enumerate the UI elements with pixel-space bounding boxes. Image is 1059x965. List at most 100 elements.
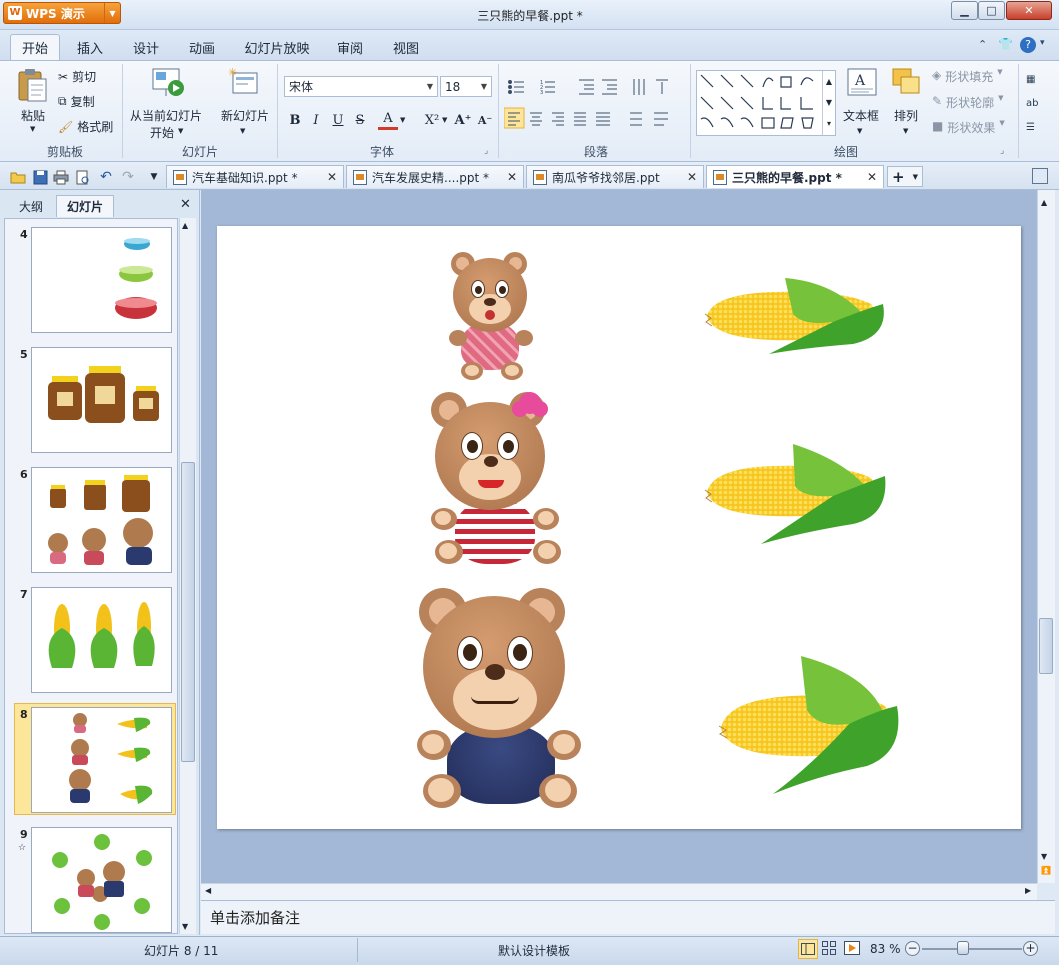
slide-sorter-view-icon[interactable] — [822, 941, 836, 958]
print-preview-icon[interactable] — [74, 168, 92, 186]
line-spacing-icon[interactable] — [630, 112, 642, 126]
new-slide-dropdown-icon[interactable]: ▼ — [240, 127, 245, 135]
normal-view-icon[interactable] — [798, 939, 818, 959]
shape-outline-button[interactable]: ✎ 形状轮廓 ▼ — [932, 94, 1003, 111]
textbox-label[interactable]: 文本框 — [843, 107, 879, 124]
tab-design[interactable]: 设计 — [124, 34, 168, 60]
slide-thumbnail-5[interactable] — [31, 347, 172, 453]
tab-review[interactable]: 审阅 — [328, 34, 372, 60]
help-dropdown-icon[interactable]: ▾ — [1040, 38, 1045, 48]
previous-slide-icon[interactable]: ⏫ — [1041, 866, 1051, 875]
start-label[interactable]: 开始 — [150, 124, 174, 141]
font-size-select[interactable]: 18 ▼ — [440, 76, 492, 97]
slide-thumbnail-6[interactable] — [31, 467, 172, 573]
decrease-indent-icon[interactable] — [579, 79, 594, 95]
bullets-icon[interactable] — [508, 80, 525, 94]
save-icon[interactable] — [31, 168, 49, 186]
align-text-icon[interactable] — [656, 79, 668, 94]
scroll-up-icon[interactable]: ▲ — [182, 221, 188, 230]
slide-thumbnail-9[interactable] — [31, 827, 172, 933]
strikethrough-button[interactable]: S — [350, 110, 370, 130]
arrange-label[interactable]: 排列 — [894, 107, 918, 124]
new-slide-button[interactable]: ✳ — [227, 66, 261, 102]
tab-animation[interactable]: 动画 — [180, 34, 224, 60]
ribbon-collapse-icon[interactable]: ⌃ — [978, 38, 987, 51]
tab-view[interactable]: 视图 — [384, 34, 428, 60]
font-name-select[interactable]: 宋体 ▼ — [284, 76, 438, 97]
copy-button[interactable]: ⧉ 复制 — [58, 93, 95, 110]
textbox-button[interactable]: A — [845, 66, 879, 102]
grow-font-button[interactable]: A⁺ — [451, 110, 475, 130]
slide-thumbnail-7[interactable] — [31, 587, 172, 693]
slideshow-view-icon[interactable] — [844, 941, 860, 958]
more-ribbon-tools[interactable]: ▦ ab ☰ — [1026, 68, 1040, 148]
new-tab-button[interactable]: + ▼ — [887, 166, 923, 187]
zoom-slider-thumb[interactable] — [957, 941, 969, 955]
zoom-out-button[interactable]: − — [905, 941, 920, 956]
design-template[interactable]: 默认设计模板 — [498, 942, 570, 959]
italic-button[interactable]: I — [306, 110, 326, 130]
open-folder-icon[interactable] — [9, 168, 27, 186]
superscript-dropdown-icon[interactable]: ▼ — [442, 116, 447, 124]
redo-icon[interactable]: ↷ — [119, 168, 137, 186]
scroll-left-icon[interactable]: ◀ — [205, 886, 211, 895]
close-window-button[interactable]: ✕ — [1006, 1, 1052, 20]
corn-image-2[interactable] — [703, 440, 889, 548]
tab-home[interactable]: 开始 — [10, 34, 60, 60]
slide-thumbnail-8[interactable] — [31, 707, 172, 813]
scroll-down-icon[interactable]: ▼ — [182, 922, 188, 931]
paragraph-spacing-icon[interactable] — [654, 112, 668, 126]
start-dropdown-icon[interactable]: ▼ — [178, 127, 183, 135]
doc-tab-4-active[interactable]: 三只熊的早餐.ppt * ✕ — [706, 165, 884, 188]
tab-outline[interactable]: 大纲 — [8, 195, 54, 217]
scroll-up-icon[interactable]: ▲ — [1041, 198, 1047, 207]
help-icon[interactable]: ? — [1020, 37, 1036, 53]
zoom-slider-track[interactable] — [922, 948, 1022, 950]
tab-list-icon[interactable] — [1032, 168, 1048, 184]
corn-image-3[interactable] — [717, 652, 903, 798]
drawing-dialog-launcher-icon[interactable]: ⌟ — [1000, 146, 1004, 156]
play-from-current-button[interactable] — [150, 66, 186, 102]
text-direction-icon[interactable] — [633, 79, 645, 95]
paste-dropdown-icon[interactable]: ▼ — [30, 125, 35, 133]
shrink-font-button[interactable]: A⁻ — [474, 110, 496, 130]
undo-icon[interactable]: ↶ — [97, 168, 115, 186]
font-color-dropdown-icon[interactable]: ▼ — [400, 116, 405, 124]
from-current-label[interactable]: 从当前幻灯片 — [130, 107, 202, 124]
arrange-dropdown-icon[interactable]: ▼ — [903, 127, 908, 135]
cut-button[interactable]: ✂ 剪切 — [58, 68, 96, 85]
doc-tab-2[interactable]: 汽车发展史精....ppt * ✕ — [346, 165, 524, 188]
align-right-icon[interactable] — [552, 112, 564, 126]
font-color-button[interactable]: A — [378, 110, 398, 130]
print-icon[interactable] — [52, 168, 70, 186]
distribute-icon[interactable] — [596, 112, 610, 126]
zoom-in-button[interactable]: + — [1023, 941, 1038, 956]
new-slide-label[interactable]: 新幻灯片 — [221, 107, 269, 124]
arrange-button[interactable] — [890, 66, 924, 102]
bold-button[interactable]: B — [285, 110, 305, 130]
quick-access-dropdown-icon[interactable]: ▼ — [145, 168, 163, 186]
close-tab-icon[interactable]: ✕ — [867, 170, 877, 184]
skin-icon[interactable]: 👕 — [998, 37, 1013, 51]
superscript-button[interactable]: X² — [420, 110, 444, 130]
tab-insert[interactable]: 插入 — [68, 34, 112, 60]
close-tab-icon[interactable]: ✕ — [327, 170, 337, 184]
wps-app-menu-button[interactable]: W WPS 演示 ▼ — [3, 2, 121, 24]
tab-slides[interactable]: 幻灯片 — [56, 195, 114, 217]
minimize-button[interactable]: ▁ — [951, 1, 978, 20]
align-center-icon[interactable] — [530, 112, 542, 126]
shape-gallery[interactable] — [696, 70, 836, 136]
scrollbar-thumb[interactable] — [1039, 618, 1053, 674]
paste-button[interactable] — [14, 66, 50, 106]
notes-pane[interactable]: 单击添加备注 — [201, 900, 1055, 934]
scroll-right-icon[interactable]: ▶ — [1025, 886, 1031, 895]
textbox-dropdown-icon[interactable]: ▼ — [857, 127, 862, 135]
justify-icon[interactable] — [574, 112, 586, 126]
close-tab-icon[interactable]: ✕ — [507, 170, 517, 184]
increase-indent-icon[interactable] — [602, 79, 617, 95]
horizontal-scrollbar[interactable] — [201, 883, 1037, 900]
numbering-icon[interactable]: 123 — [540, 80, 555, 96]
close-tab-icon[interactable]: ✕ — [687, 170, 697, 184]
format-painter-button[interactable]: 🖌 格式刷 — [58, 118, 113, 135]
slide-canvas[interactable] — [217, 226, 1021, 829]
